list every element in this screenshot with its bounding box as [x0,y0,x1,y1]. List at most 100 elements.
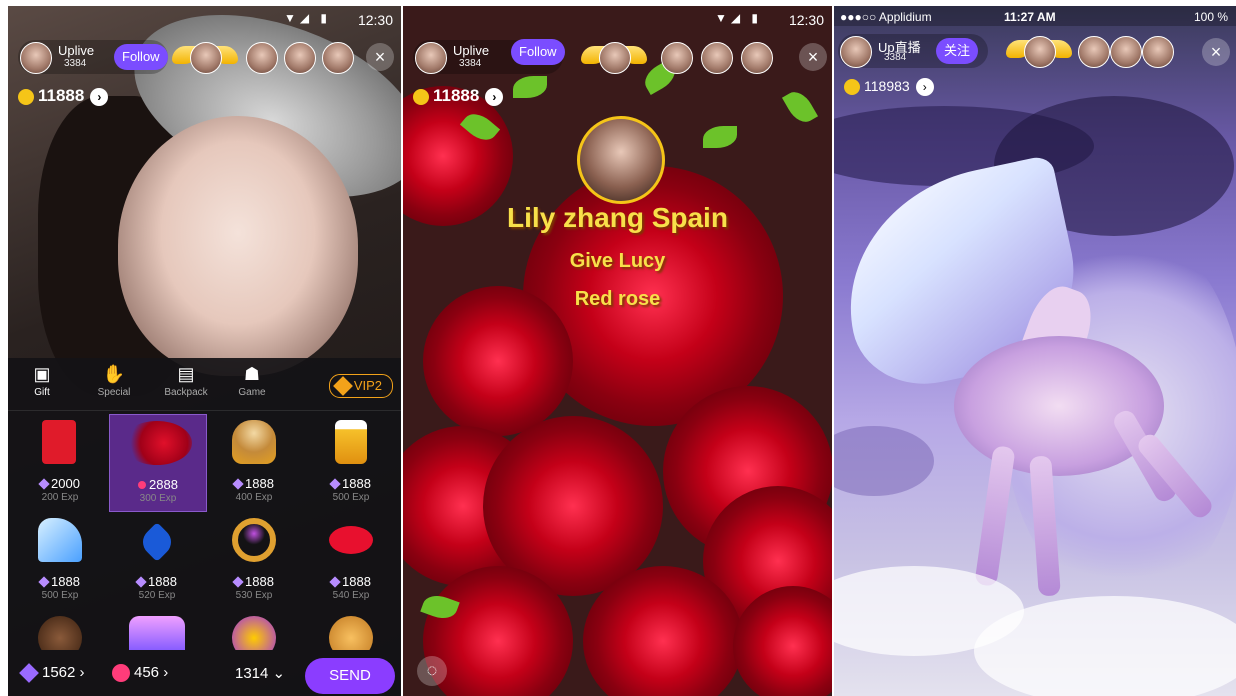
ruby-icon [112,664,130,683]
viewer-avatar[interactable] [661,42,693,74]
quantity-selector[interactable]: 1314 ⌄ [235,664,285,682]
gift-tray: ▣ Gift ✋ Special ▤ Backpack ☗ Game VIP2 2000… [8,358,401,696]
tab-special[interactable]: ✋ Special [84,364,144,398]
gift-item[interactable]: 2000 200 Exp [12,414,108,510]
viewer-avatar[interactable] [1078,36,1110,68]
coin-value: 11888 [433,86,480,105]
close-button[interactable]: × [366,43,394,71]
coin-balance[interactable]: 11888 › [413,86,504,112]
follow-button[interactable]: Follow [114,44,168,70]
chevron-right-icon[interactable]: › [90,87,109,106]
gift-item[interactable] [303,610,399,650]
backpack-icon: ▤ [177,364,195,384]
coin-icon [844,79,860,96]
vip-label: VIP2 [353,378,382,393]
viewer-avatar[interactable] [284,42,316,74]
gift-price: 1888 [303,476,399,491]
close-button[interactable]: × [1202,38,1230,66]
tab-game[interactable]: ☗ Game [222,364,282,398]
gift-exp: 200 Exp [41,492,79,503]
diamond-balance[interactable]: 1562 › [19,663,85,683]
viewer-avatar[interactable] [741,42,773,74]
gift-tabs: ▣ Gift ✋ Special ▤ Backpack ☗ Game VIP2 [8,358,401,411]
host-name: Uplive [453,43,490,58]
glass-slipper-icon [38,518,82,562]
sender-avatar [577,116,665,204]
gift-item-selected[interactable]: 2888 300 Exp [109,414,207,512]
top-fan-badge[interactable] [172,42,238,74]
host-viewer-count: 3384 [64,58,87,69]
status-bar: ▼◢ ▮ 12:30 [8,6,401,32]
gift-item[interactable] [206,610,302,650]
viewer-avatar[interactable] [1024,36,1056,68]
coin-balance[interactable]: 11888 › [18,86,109,112]
top-fan-badge[interactable] [1006,36,1072,68]
gift-price: 1888 [206,574,302,589]
signal-icon: ▼◢ ▮ [714,11,762,25]
gift-item[interactable]: 1888 400 Exp [206,414,302,510]
viewer-avatar[interactable] [1142,36,1174,68]
ring-icon [232,518,276,562]
gift-exp: 500 Exp [41,590,79,601]
send-button[interactable]: SEND [305,658,395,694]
unicorn-gift-screen: ●●●○○ Applidium 11:27 AM 100 % Up直播 3384… [834,6,1236,696]
vip-gem-icon [332,376,353,396]
vip-badge[interactable]: VIP2 [328,374,393,398]
gift-item[interactable]: 1888 520 Exp [109,512,205,608]
viewer-avatar[interactable] [322,42,354,74]
gift-item[interactable]: 1888 530 Exp [206,512,302,608]
viewer-avatar[interactable] [701,42,733,74]
tab-label: Gift [34,387,50,398]
chevron-right-icon[interactable]: › [915,78,934,97]
host-avatar[interactable] [415,42,447,74]
tab-backpack[interactable]: ▤ Backpack [156,364,216,398]
lips-icon [329,526,373,554]
viewer-avatar[interactable] [190,42,222,74]
status-time: 12:30 [357,12,393,28]
chat-icon[interactable]: ◌ [417,656,447,686]
top-fan-badge[interactable] [581,42,647,74]
status-time: 12:30 [788,12,824,28]
broadcaster-video [118,116,358,376]
gift-item[interactable] [12,610,108,650]
cloud [834,426,934,496]
gift-exp: 540 Exp [332,590,370,601]
carrier-text: ●●●○○ Applidium [840,10,932,24]
signal-icon: ▼◢ ▮ [283,11,331,25]
host-viewer-count: 3384 [459,58,482,69]
gift-exp: 300 Exp [139,493,177,504]
leaf-decoration [703,126,737,148]
gift-item[interactable]: 1888 500 Exp [12,512,108,608]
host-avatar[interactable] [840,36,872,68]
close-button[interactable]: × [799,43,827,71]
coin-balance[interactable]: 118983 › [844,78,934,104]
tab-label: Game [238,387,266,398]
ruby-balance[interactable]: 456 › [112,664,168,683]
host-viewer-count: 3384 [884,52,907,63]
special-icon: ✋ [102,364,126,384]
gift-item[interactable]: 1888 500 Exp [303,414,399,510]
gift-item[interactable] [109,610,205,650]
viewer-avatar[interactable] [1110,36,1142,68]
chevron-right-icon[interactable]: › [485,87,504,106]
heart-necklace-icon [137,522,177,562]
viewer-avatar[interactable] [246,42,278,74]
gift-box-icon: ▣ [33,364,51,384]
viewer-avatar[interactable] [599,42,631,74]
gift-price: 2888 [110,477,206,492]
viewer-list [172,40,362,74]
host-info[interactable]: Uplive 3384 Follow [18,40,168,74]
follow-button[interactable]: 关注 [936,38,979,64]
tab-gift[interactable]: ▣ Gift [12,364,72,398]
diamond-icon [19,663,39,683]
rose-bouquet-icon [122,421,192,465]
follow-button[interactable]: Follow [511,39,565,65]
bear-icon [329,616,373,650]
number-666-icon [129,616,185,650]
host-info[interactable]: Up直播 3384 关注 [838,34,988,68]
host-avatar[interactable] [20,42,52,74]
gift-item[interactable]: 1888 540 Exp [303,512,399,608]
leaf-decoration [513,76,547,98]
red-envelope-icon [42,420,76,464]
host-name: Uplive [58,43,95,58]
